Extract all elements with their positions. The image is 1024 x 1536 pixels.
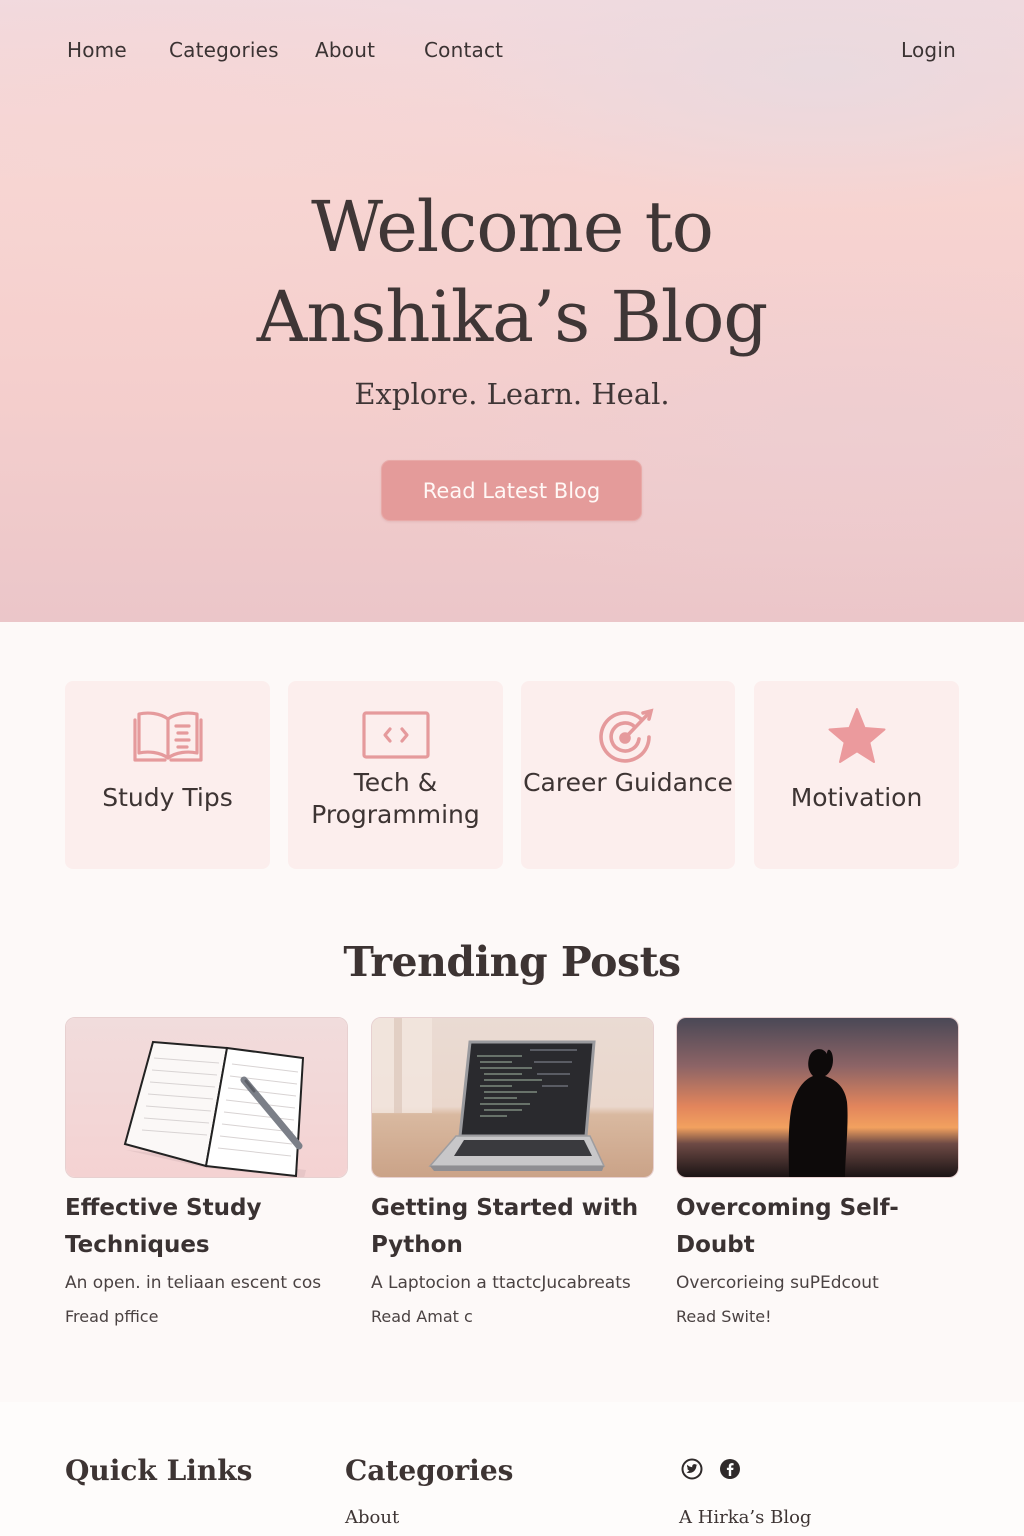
open-book-icon bbox=[65, 707, 270, 765]
post-card-self-doubt[interactable]: Overcoming Self-Doubt Overcorieing suPEd… bbox=[676, 1017, 959, 1326]
hero-title-line1: Welcome to bbox=[311, 186, 714, 268]
footer-about-link[interactable]: About bbox=[345, 1507, 399, 1528]
nav-about[interactable]: About bbox=[315, 38, 375, 62]
category-card-study-tips[interactable]: Study Tips bbox=[65, 681, 270, 869]
category-label: Career Guidance bbox=[523, 768, 733, 797]
read-more-link[interactable]: Read Swite! bbox=[676, 1307, 959, 1326]
category-label: Motivation bbox=[790, 783, 923, 812]
read-more-link[interactable]: Fread pffice bbox=[65, 1307, 348, 1326]
hero-title: Welcome to Anshika’s Blog bbox=[0, 182, 1024, 362]
categories-heading: Categories bbox=[345, 1454, 514, 1487]
footer-brand-link[interactable]: A Hirka’s Blog bbox=[679, 1507, 811, 1528]
post-title[interactable]: Effective Study Techniques bbox=[65, 1190, 348, 1264]
post-card-python[interactable]: Getting Started with Python A Laptocion … bbox=[371, 1017, 654, 1326]
hero-subtitle: Explore. Learn. Heal. bbox=[354, 377, 670, 411]
read-latest-blog-button[interactable]: Read Latest Blog bbox=[381, 460, 642, 521]
category-label: Tech & Programming bbox=[311, 768, 480, 829]
post-excerpt: A Laptocion a ttactcJucabreats bbox=[371, 1273, 631, 1293]
category-card-career-guidance[interactable]: Career Guidance bbox=[521, 681, 735, 869]
post-title[interactable]: Getting Started with Python bbox=[371, 1190, 654, 1264]
login-link[interactable]: Login bbox=[901, 38, 956, 62]
quick-links-heading: Quick Links bbox=[65, 1454, 253, 1487]
category-label: Study Tips bbox=[102, 783, 233, 812]
post-excerpt: An open. in teliaan escent cos bbox=[65, 1273, 322, 1293]
category-card-motivation[interactable]: Motivation bbox=[754, 681, 959, 869]
target-arrow-icon bbox=[521, 707, 735, 765]
post-title[interactable]: Overcoming Self-Doubt bbox=[676, 1190, 959, 1264]
nav-contact[interactable]: Contact bbox=[424, 38, 503, 62]
trending-posts-title: Trending Posts bbox=[343, 938, 681, 986]
nav-categories[interactable]: Categories bbox=[169, 38, 279, 62]
category-card-tech-programming[interactable]: Tech & Programming bbox=[288, 681, 503, 869]
hero-title-line2: Anshika’s Blog bbox=[256, 276, 768, 358]
sunset-silhouette-photo[interactable] bbox=[676, 1017, 959, 1178]
notebook-pen-photo[interactable] bbox=[65, 1017, 348, 1178]
site-footer: Quick Links Categories About A Hirka’s B… bbox=[0, 1402, 1024, 1536]
hero-section: Home Categories About Contact Login Welc… bbox=[0, 0, 1024, 622]
twitter-icon[interactable] bbox=[681, 1458, 703, 1480]
read-more-link[interactable]: Read Amat c bbox=[371, 1307, 654, 1326]
star-icon bbox=[754, 707, 959, 765]
code-window-icon bbox=[288, 707, 503, 765]
post-excerpt: Overcorieing suPEdcout bbox=[676, 1273, 879, 1293]
laptop-code-photo[interactable] bbox=[371, 1017, 654, 1178]
post-card-effective-study[interactable]: Effective Study Techniques An open. in t… bbox=[65, 1017, 348, 1326]
main-nav: Home Categories About Contact Login bbox=[0, 38, 1024, 68]
nav-home[interactable]: Home bbox=[67, 38, 127, 62]
facebook-icon[interactable] bbox=[719, 1458, 741, 1480]
